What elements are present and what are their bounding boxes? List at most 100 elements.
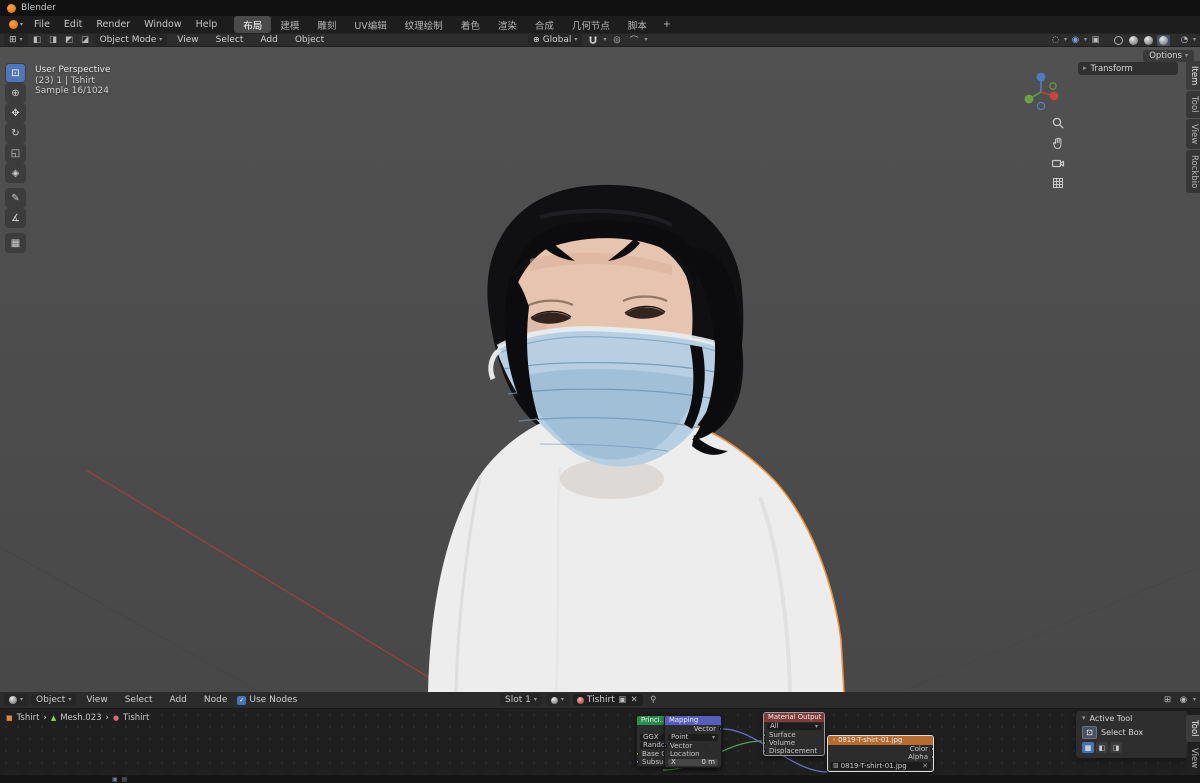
image-datablock-field[interactable]: ▨ 0819-T-shirt-01.jpg ✕ xyxy=(830,762,931,770)
mode-selector[interactable]: Object Mode ▾ xyxy=(94,34,168,46)
node-material-output[interactable]: Material Output All ▾ Surface Volume Disp… xyxy=(763,712,825,756)
tool-rotate[interactable]: ↻ xyxy=(6,124,25,142)
navigation-gizmo[interactable] xyxy=(1020,69,1062,111)
node-header[interactable]: Mapping xyxy=(665,716,721,725)
vector-input-socket[interactable] xyxy=(665,743,668,749)
location-x-slider[interactable]: X0 m xyxy=(668,759,718,766)
node-image-texture[interactable]: ◦ 0819-T-shirt-01.jpg Color Alpha ▨ 0819… xyxy=(827,735,934,772)
menu-window[interactable]: Window xyxy=(137,18,188,31)
menu-help[interactable]: Help xyxy=(189,18,225,31)
tool-add-cube[interactable]: ▦ xyxy=(6,234,25,252)
select-mode-extend-icon[interactable]: ◧ xyxy=(1096,742,1108,753)
use-nodes-checkbox[interactable]: ✓ xyxy=(237,695,247,705)
material-name-field[interactable]: Tishirt ▣ ✕ xyxy=(572,694,643,706)
sidebar-tab-view[interactable]: View xyxy=(1186,118,1200,150)
falloff-icon[interactable]: ⌒ xyxy=(627,34,640,46)
gizmo-toggle-icon[interactable]: ◌ xyxy=(1049,34,1062,46)
volume-socket[interactable] xyxy=(764,740,767,746)
perspective-toggle-icon[interactable] xyxy=(1050,175,1066,191)
shader-menu-add[interactable]: Add xyxy=(162,694,193,706)
shader-menu-view[interactable]: View xyxy=(79,694,114,706)
alpha-output-socket[interactable] xyxy=(930,754,933,760)
workspace-tab-sculpting[interactable]: 雕刻 xyxy=(308,16,345,33)
blender-menu-button[interactable]: ▾ xyxy=(5,20,27,29)
node-mapping[interactable]: Mapping Vector Point ▾ Vector Location X0… xyxy=(664,715,722,768)
falloff-dropdown-caret[interactable]: ▾ xyxy=(644,37,647,43)
unlink-material-icon[interactable]: ✕ xyxy=(630,694,639,706)
zoom-icon[interactable] xyxy=(1050,115,1066,131)
subsurface-socket[interactable] xyxy=(637,759,640,765)
tool-scale[interactable]: ◱ xyxy=(6,144,25,162)
viewport-scene[interactable] xyxy=(0,47,1200,692)
shading-wireframe-icon[interactable] xyxy=(1112,35,1125,46)
collapse-icon[interactable]: ▾ xyxy=(1082,715,1086,722)
unlink-image-icon[interactable]: ✕ xyxy=(922,762,928,770)
color-output-socket[interactable] xyxy=(930,746,933,752)
pin-icon[interactable]: ⚲ xyxy=(647,694,660,706)
mode-icon-2[interactable]: ◨ xyxy=(47,34,60,46)
mode-icon-3[interactable]: ◩ xyxy=(63,34,76,46)
workspace-tab-rendering[interactable]: 渲染 xyxy=(489,16,526,33)
viewport-menu-object[interactable]: Object xyxy=(288,34,331,46)
vector-output-socket[interactable] xyxy=(718,726,721,732)
proportional-editing-icon[interactable]: ◎ xyxy=(610,34,623,46)
workspace-tab-texture-paint[interactable]: 纹理绘制 xyxy=(396,16,452,33)
sidebar-tab-item[interactable]: Item xyxy=(1186,61,1200,91)
select-mode-subtract-icon[interactable]: ◨ xyxy=(1110,742,1122,753)
workspace-tab-modeling[interactable]: 建模 xyxy=(271,16,308,33)
shader-tab-view[interactable]: View xyxy=(1186,742,1200,773)
node-overlays-icon[interactable]: ◉ xyxy=(1177,694,1190,706)
workspace-tab-compositing[interactable]: 合成 xyxy=(526,16,563,33)
node-canvas[interactable]: ■ Tshirt › ▲ Mesh.023 › ● Tishirt Princi… xyxy=(0,709,1200,775)
transform-panel-header[interactable]: ▸ Transform xyxy=(1078,62,1178,75)
tool-move[interactable]: ✥ xyxy=(6,104,25,122)
menu-render[interactable]: Render xyxy=(89,18,137,31)
camera-view-icon[interactable] xyxy=(1050,155,1066,171)
add-workspace-button[interactable]: + xyxy=(656,18,678,32)
sidebar-tab-tool[interactable]: Tool xyxy=(1186,91,1200,118)
tool-cursor[interactable]: ⊕ xyxy=(6,84,25,102)
breadcrumb-material[interactable]: Tishirt xyxy=(123,713,149,723)
shader-editor-type-button[interactable]: ▾ xyxy=(4,694,29,706)
shading-material-icon[interactable] xyxy=(1142,35,1155,46)
workspace-tab-layout[interactable]: 布局 xyxy=(234,16,272,33)
snap-dropdown-caret[interactable]: ▾ xyxy=(603,37,606,43)
shader-menu-node[interactable]: Node xyxy=(197,694,235,706)
breadcrumb-mesh[interactable]: Mesh.023 xyxy=(60,713,101,723)
menu-edit[interactable]: Edit xyxy=(57,18,89,31)
select-mode-new-icon[interactable]: ▦ xyxy=(1082,742,1094,753)
base-color-socket[interactable] xyxy=(637,751,640,757)
node-header[interactable]: Material Output xyxy=(764,713,824,722)
sidebar-tab-rockbio[interactable]: Rockbio xyxy=(1186,150,1200,194)
pan-hand-icon[interactable] xyxy=(1050,135,1066,151)
viewport-menu-view[interactable]: View xyxy=(170,34,205,46)
xray-toggle-icon[interactable]: ▣ xyxy=(1089,34,1102,46)
fake-user-shield-icon[interactable]: ▣ xyxy=(618,694,627,706)
tool-transform[interactable]: ◈ xyxy=(6,164,25,182)
surface-socket[interactable] xyxy=(764,732,767,738)
editor-type-button[interactable]: ⊞ ▾ xyxy=(4,34,28,46)
breadcrumb-object[interactable]: Tshirt xyxy=(17,713,40,723)
node-header[interactable]: ◦ 0819-T-shirt-01.jpg xyxy=(828,736,933,745)
shader-tab-tool[interactable]: Tool xyxy=(1186,715,1200,742)
shading-options-icon[interactable]: ◔ xyxy=(1178,34,1191,46)
active-tool-selector[interactable]: ⊡ Select Box xyxy=(1082,726,1182,739)
overlays-toggle-icon[interactable]: ◉ xyxy=(1069,34,1082,46)
mode-icon-1[interactable]: ◧ xyxy=(31,34,44,46)
shading-rendered-icon[interactable] xyxy=(1156,34,1170,46)
slot-selector[interactable]: Slot 1 ▾ xyxy=(500,694,542,706)
workspace-tab-shading[interactable]: 着色 xyxy=(452,16,489,33)
workspace-tab-scripting[interactable]: 脚本 xyxy=(619,16,656,33)
shader-type-selector[interactable]: Object ▾ xyxy=(31,694,77,706)
mode-icon-4[interactable]: ◪ xyxy=(79,34,92,46)
snap-magnet-icon[interactable] xyxy=(586,34,599,46)
snap-node-icon[interactable]: ⊞ xyxy=(1161,694,1174,706)
transform-orientation-selector[interactable]: ⊕ Global ▾ xyxy=(528,34,583,46)
shading-solid-icon[interactable] xyxy=(1127,35,1140,46)
viewport-menu-add[interactable]: Add xyxy=(253,34,284,46)
mapping-type-dropdown[interactable]: Point ▾ xyxy=(668,734,718,741)
tool-annotate[interactable]: ✎ xyxy=(6,189,25,207)
tool-measure[interactable]: ∡ xyxy=(6,209,25,227)
shader-menu-select[interactable]: Select xyxy=(118,694,160,706)
tool-box-select[interactable]: ⊡ xyxy=(6,64,25,82)
